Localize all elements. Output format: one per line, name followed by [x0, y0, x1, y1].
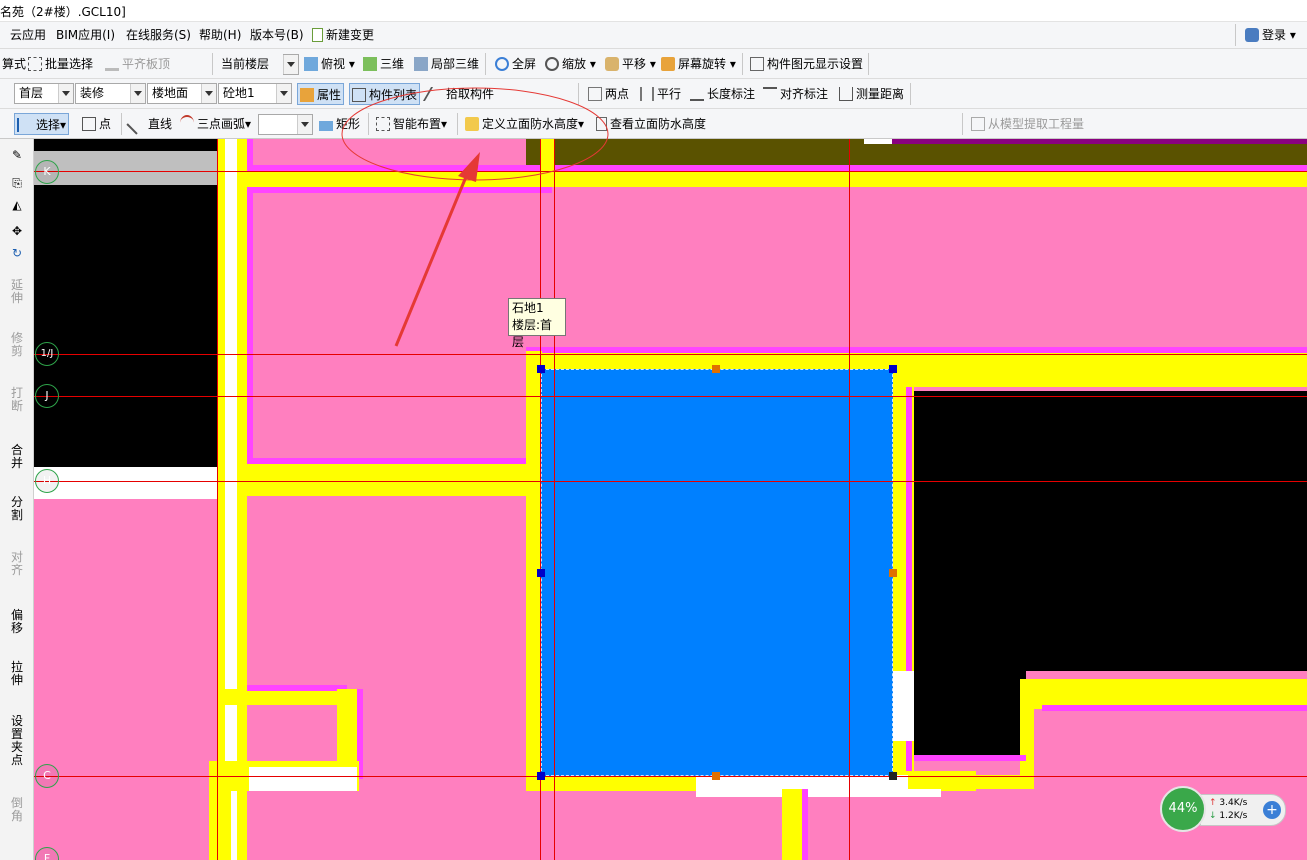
upload-arrow-icon: ↑ — [1209, 798, 1217, 808]
tooltip-floor: 楼层:首层 — [512, 318, 553, 349]
plus-icon[interactable]: + — [1263, 801, 1281, 819]
tooltip-name: 石地1 — [512, 301, 544, 315]
network-monitor[interactable]: ↑ 3.4K/s ↓ 1.2K/s + 44% — [1160, 786, 1287, 834]
speed-panel: ↑ 3.4K/s ↓ 1.2K/s + — [1200, 794, 1286, 826]
memory-percent-badge: 44% — [1160, 786, 1206, 832]
download-arrow-icon: ↓ — [1209, 811, 1217, 821]
annotation-overlay — [341, 87, 609, 347]
element-tooltip: 石地1 楼层:首层 — [508, 298, 566, 349]
arrow-head-icon — [458, 152, 480, 182]
annotation-arrow — [394, 171, 470, 347]
